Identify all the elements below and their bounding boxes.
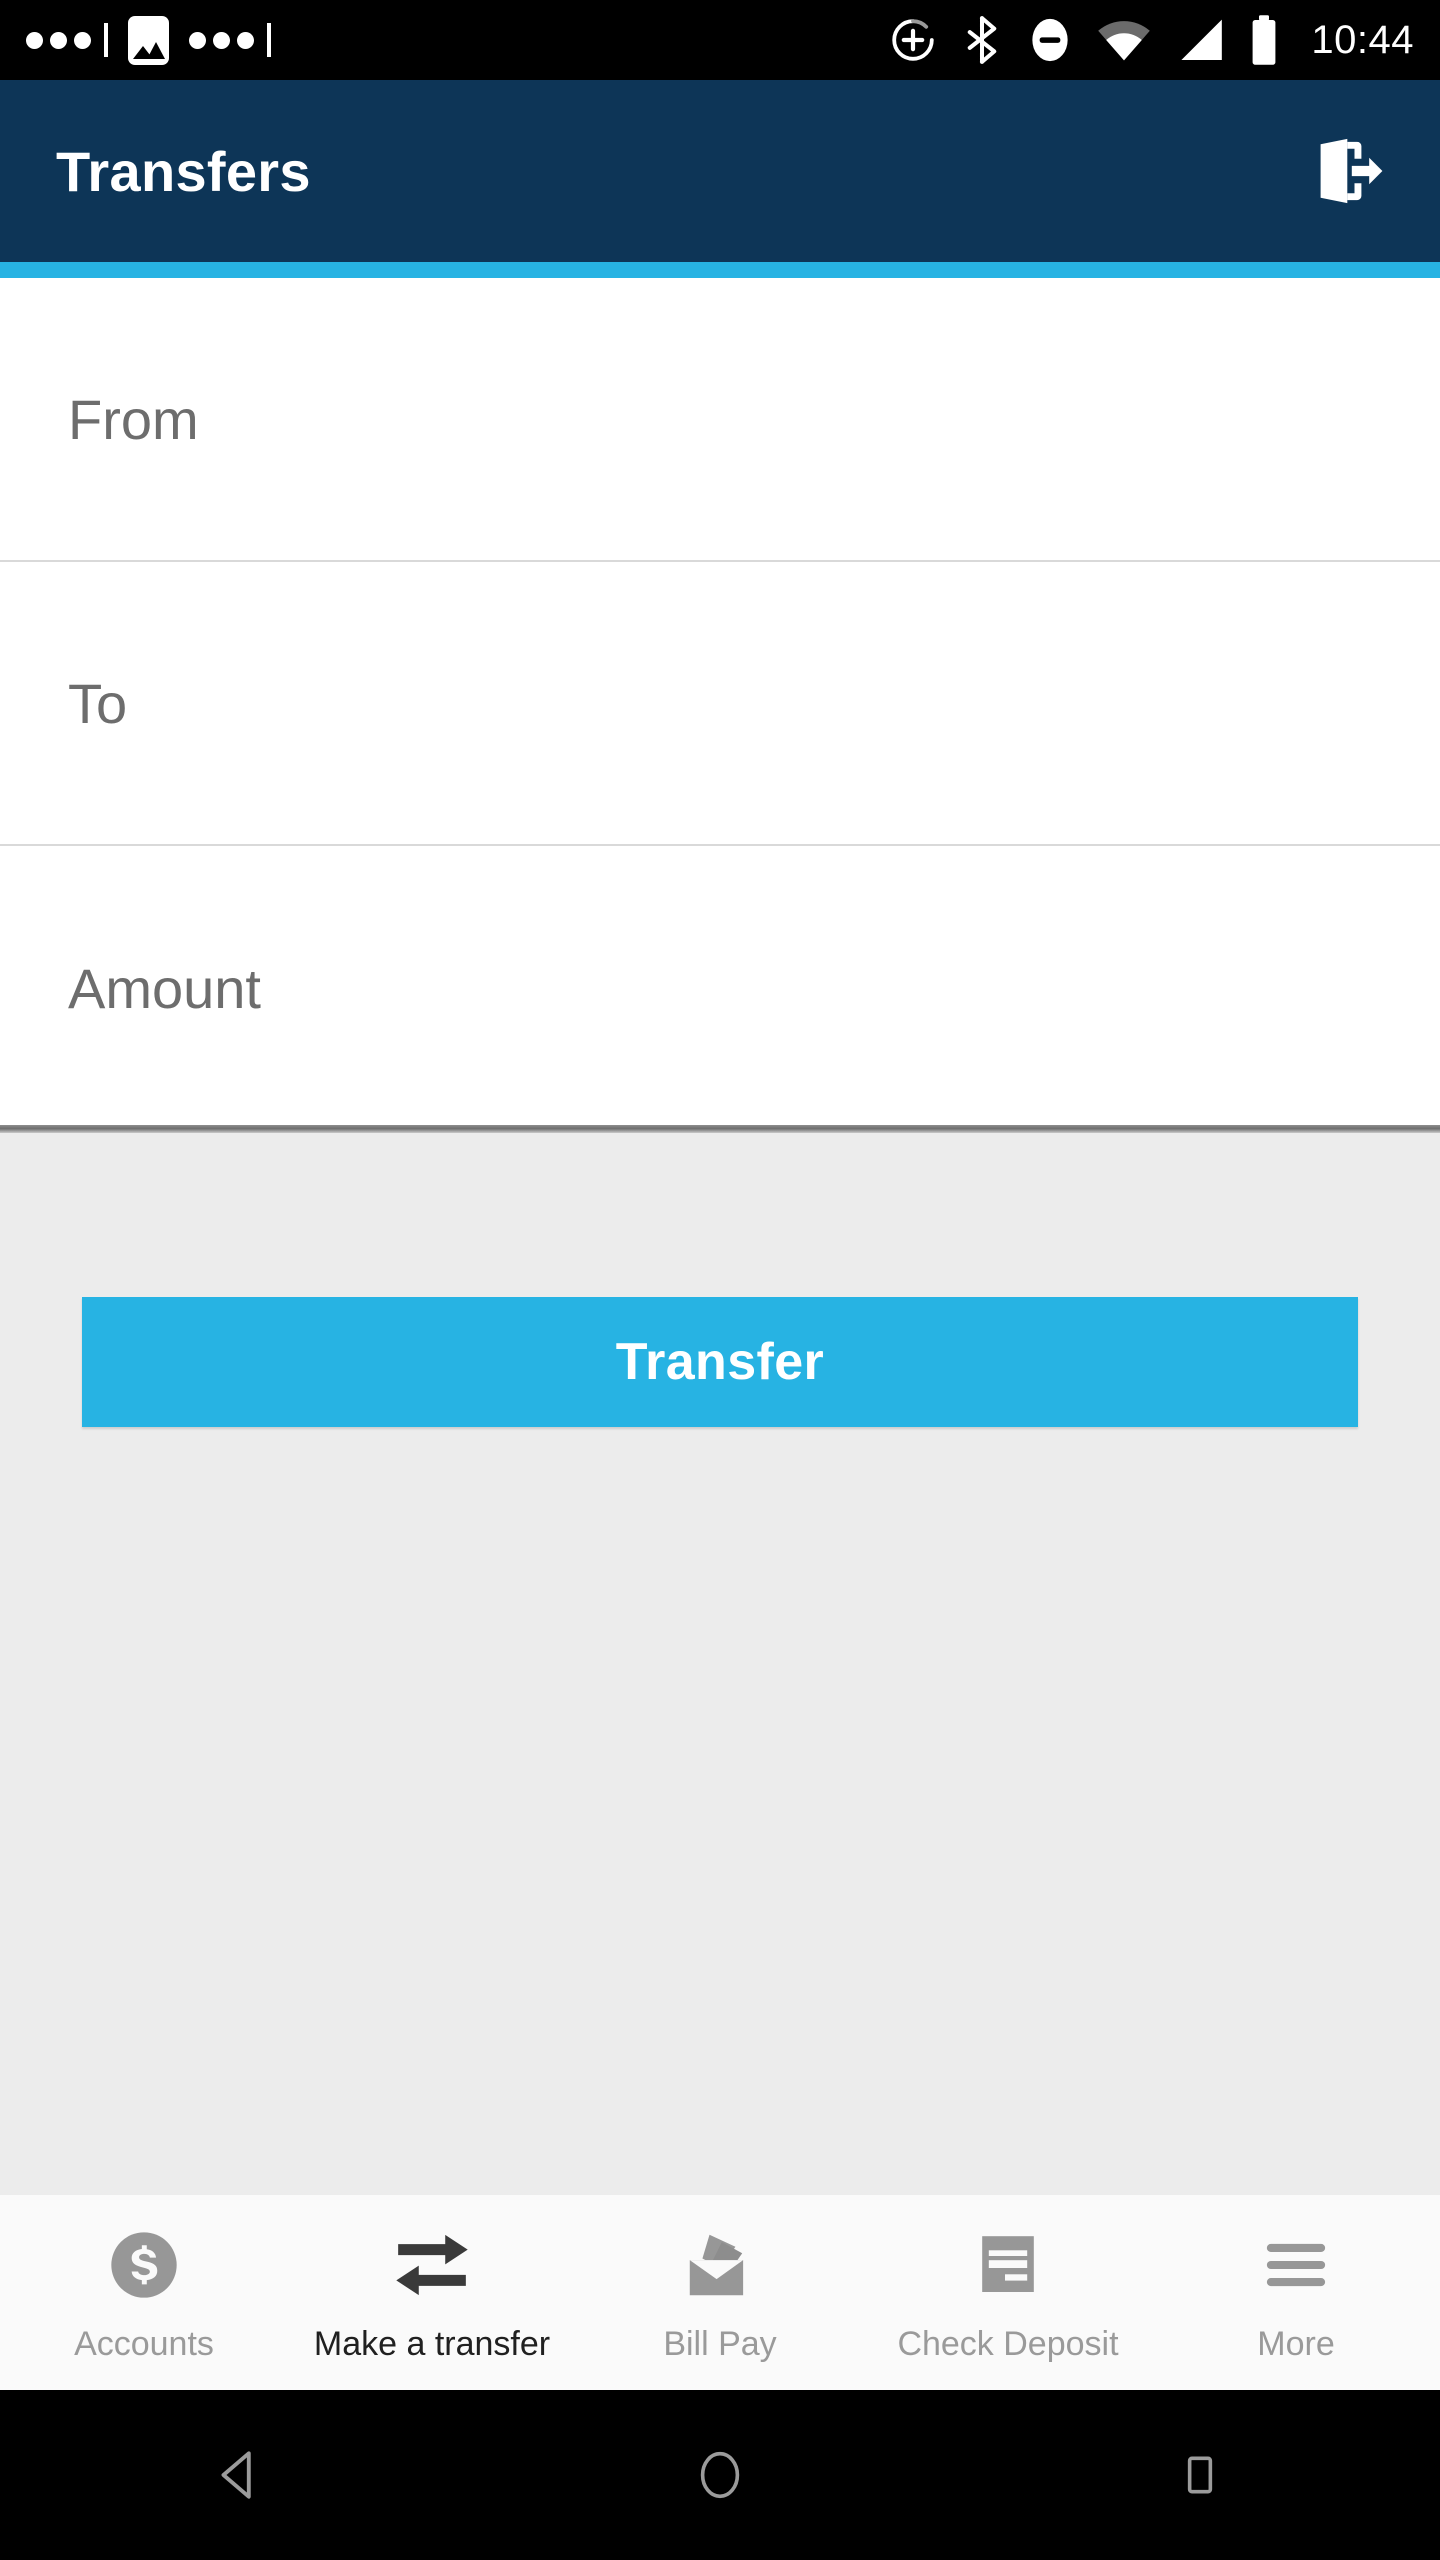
- status-bar-notifications: [26, 15, 889, 65]
- phone-screen: 10:44 Transfers From To Amount Transfer: [0, 0, 1440, 2560]
- content-area: [0, 1133, 1440, 2195]
- from-field-placeholder: From: [68, 387, 199, 451]
- recents-button[interactable]: [1135, 2410, 1265, 2540]
- check-document-icon: [973, 2221, 1043, 2309]
- transfer-button-label: Transfer: [615, 1333, 825, 1391]
- wifi-icon: [1098, 21, 1151, 61]
- logout-door-icon: [1320, 138, 1383, 204]
- photo-icon: [128, 15, 169, 65]
- bluetooth-icon: [968, 16, 997, 64]
- bottom-tab-bar: Accounts Make a transfer Bill Pay Check …: [0, 2195, 1440, 2390]
- do-not-disturb-icon: [1032, 18, 1069, 62]
- to-field-placeholder: To: [68, 671, 128, 735]
- dots-menu-icon: [189, 23, 271, 57]
- status-bar-system-icons: 10:44: [889, 14, 1414, 66]
- tab-label-make-a-transfer: Make a transfer: [313, 2325, 551, 2363]
- page-title: Transfers: [56, 139, 311, 203]
- dollar-circle-icon: [107, 2221, 181, 2309]
- tab-label-bill-pay: Bill Pay: [663, 2325, 777, 2363]
- to-field[interactable]: To: [0, 562, 1440, 846]
- tab-label-accounts: Accounts: [74, 2325, 214, 2363]
- tab-make-a-transfer[interactable]: Make a transfer: [288, 2195, 576, 2390]
- transfer-form: From To Amount: [0, 278, 1440, 1133]
- tab-accounts[interactable]: Accounts: [0, 2195, 288, 2390]
- dots-menu-icon: [26, 23, 108, 57]
- logout-button[interactable]: [1296, 123, 1392, 219]
- hamburger-menu-icon: [1261, 2221, 1331, 2309]
- app-header: Transfers: [0, 80, 1440, 262]
- envelope-card-icon: [682, 2221, 758, 2309]
- recents-square-icon: [1187, 2456, 1213, 2494]
- tab-bill-pay[interactable]: Bill Pay: [576, 2195, 864, 2390]
- tab-check-deposit[interactable]: Check Deposit: [864, 2195, 1152, 2390]
- status-bar-clock: 10:44: [1311, 17, 1414, 62]
- battery-icon: [1252, 15, 1276, 65]
- back-button[interactable]: [175, 2410, 305, 2540]
- amount-field-placeholder: Amount: [68, 956, 261, 1020]
- home-button[interactable]: [655, 2410, 785, 2540]
- form-divider: [0, 1125, 1440, 1133]
- amount-field[interactable]: Amount: [0, 846, 1440, 1130]
- tab-more[interactable]: More: [1152, 2195, 1440, 2390]
- cast-plus-icon: [892, 19, 935, 61]
- tab-label-check-deposit: Check Deposit: [897, 2325, 1119, 2363]
- cellular-signal-icon: [1181, 19, 1223, 61]
- transfer-button[interactable]: Transfer: [82, 1297, 1358, 1427]
- home-circle-icon: [700, 2451, 740, 2499]
- header-accent-bar: [0, 262, 1440, 278]
- status-bar: 10:44: [0, 0, 1440, 80]
- android-navigation-bar: [0, 2390, 1440, 2560]
- transfer-arrows-icon: [392, 2221, 472, 2309]
- back-triangle-icon: [221, 2451, 251, 2499]
- tab-label-more: More: [1257, 2325, 1335, 2363]
- from-field[interactable]: From: [0, 278, 1440, 562]
